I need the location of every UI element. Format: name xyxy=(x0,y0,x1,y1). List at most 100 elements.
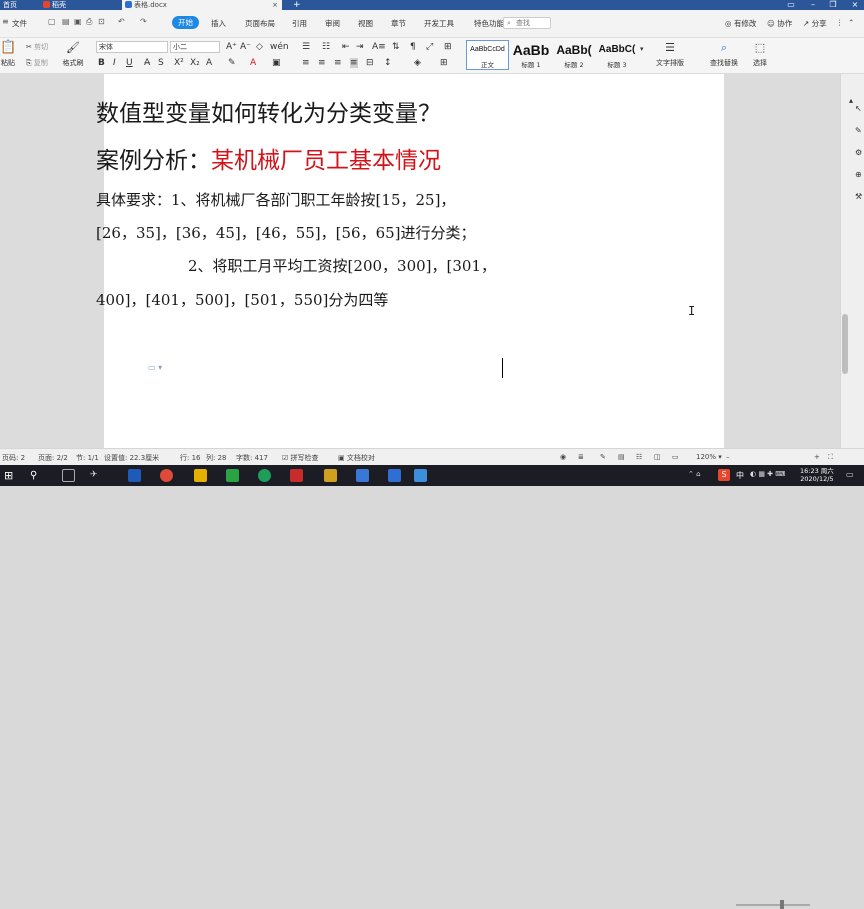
windows-start-icon[interactable]: ⊞ xyxy=(4,469,17,482)
sogou-ime-icon[interactable]: S xyxy=(718,469,730,481)
zoom-select[interactable]: 120% ▾ xyxy=(696,453,722,461)
scroll-up-icon[interactable]: ▴ xyxy=(849,96,853,106)
tray-expand-icon[interactable]: ⌃ ⌂ xyxy=(688,470,701,478)
highlight-icon[interactable]: ✎ xyxy=(228,58,236,68)
panel-select-icon[interactable]: ↖ xyxy=(855,104,862,114)
open-icon[interactable]: ▤ xyxy=(62,18,70,26)
spellcheck-button[interactable]: ☑ 拼写检查 xyxy=(282,453,319,463)
chrome-icon[interactable] xyxy=(160,469,173,482)
new-tab-icon[interactable]: + xyxy=(290,0,302,10)
wps-icon[interactable] xyxy=(290,469,303,482)
menu-chapter[interactable]: 章节 xyxy=(391,18,406,29)
styles-scroll-icon[interactable]: ▾ xyxy=(640,44,644,54)
justify-icon[interactable]: ≡ xyxy=(350,58,358,68)
menu-home[interactable]: 开始 xyxy=(172,16,199,29)
font-effect-icon[interactable]: A xyxy=(206,58,212,68)
style-heading3[interactable]: AaBbC( 标题 3 xyxy=(596,40,638,70)
redo-icon[interactable]: ↷ xyxy=(140,18,148,26)
save-icon[interactable]: ▣ xyxy=(74,18,82,26)
close-tab-icon[interactable]: × xyxy=(272,0,278,10)
eye-mode-icon[interactable]: ◉ xyxy=(560,453,566,461)
menu-developer[interactable]: 开发工具 xyxy=(424,18,454,29)
tray-icons[interactable]: ◐ ▦ ✚ ⌨ xyxy=(750,470,785,478)
align-left-icon[interactable]: ≡ xyxy=(302,58,310,68)
task-view-icon[interactable] xyxy=(62,469,75,482)
bullet-list-icon[interactable]: ☰ xyxy=(302,42,310,52)
menu-references[interactable]: 引用 xyxy=(292,18,307,29)
panel-shape-icon[interactable]: ⊕ xyxy=(855,170,862,180)
menu-view[interactable]: 视图 xyxy=(358,18,373,29)
collab-button[interactable]: ☺ 协作 xyxy=(767,18,792,29)
tab-home[interactable]: 首页 xyxy=(0,0,38,10)
font-name-select[interactable]: 宋体 xyxy=(96,41,168,53)
style-heading2[interactable]: AaBb( 标题 2 xyxy=(553,40,595,70)
show-marks-icon[interactable]: ¶ xyxy=(410,42,416,52)
grow-font-icon[interactable]: A⁺ xyxy=(226,42,237,52)
superscript-icon[interactable]: X² xyxy=(174,58,184,68)
strike-text-icon[interactable]: S xyxy=(158,58,164,68)
shrink-font-icon[interactable]: A⁻ xyxy=(240,42,251,52)
font-size-select[interactable]: 小二 xyxy=(170,41,220,53)
write-mode-icon[interactable]: ✎ xyxy=(600,453,606,461)
font-color-icon[interactable]: A xyxy=(250,58,256,68)
zoom-slider-thumb[interactable] xyxy=(780,900,784,909)
find-replace-button[interactable]: ⌕ 查找替换 xyxy=(704,41,744,68)
select-button[interactable]: ⬚ 选择 xyxy=(748,41,772,68)
shading-icon[interactable]: ◈ xyxy=(414,58,421,68)
text-layout-button[interactable]: ☰ 文字排版 xyxy=(652,41,688,68)
menu-insert[interactable]: 插入 xyxy=(211,18,226,29)
paragraph-handle-icon[interactable]: ▭ ▾ xyxy=(148,363,162,372)
layout-mode-icon[interactable]: ≣ xyxy=(578,453,584,461)
line-spacing-icon[interactable]: ⤢ xyxy=(426,42,433,52)
bold-icon[interactable]: B xyxy=(98,58,105,68)
table-icon[interactable]: ⊞ xyxy=(444,42,452,52)
sort-icon[interactable]: ⇅ xyxy=(392,42,400,52)
notification-icon[interactable]: ▭ xyxy=(846,470,854,479)
search-box[interactable]: ⌕ 查找 xyxy=(503,17,551,29)
menu-review[interactable]: 审阅 xyxy=(325,18,340,29)
subscript-icon[interactable]: X₂ xyxy=(190,58,200,68)
align-right-icon[interactable]: ≡ xyxy=(334,58,342,68)
chinese-layout-icon[interactable]: A≡ xyxy=(372,42,386,52)
style-normal[interactable]: AaBbCcDd 正文 xyxy=(466,40,509,70)
paste-button[interactable]: 📋 粘贴 xyxy=(0,41,16,68)
decrease-indent-icon[interactable]: ⇤ xyxy=(342,42,350,52)
hamburger-icon[interactable]: ≡ xyxy=(2,18,10,26)
wechat-icon[interactable] xyxy=(226,469,239,482)
reading-view-icon[interactable]: ▭ xyxy=(672,453,679,461)
folder-icon[interactable] xyxy=(194,469,207,482)
modified-button[interactable]: ◎ 有修改 xyxy=(725,18,756,29)
browser-icon[interactable] xyxy=(258,469,271,482)
ime-mode[interactable]: 中 xyxy=(736,470,744,481)
align-center-icon[interactable]: ≡ xyxy=(318,58,326,68)
web-view-icon[interactable]: ◫ xyxy=(654,453,661,461)
menu-layout[interactable]: 页面布局 xyxy=(245,18,275,29)
phonetic-icon[interactable]: wén xyxy=(270,42,289,52)
page-view-icon[interactable]: ▤ xyxy=(618,453,625,461)
panel-tools-icon[interactable]: ⚒ xyxy=(855,192,862,202)
outline-view-icon[interactable]: ☷ xyxy=(636,453,642,461)
print-icon[interactable]: ⎙ xyxy=(86,18,94,26)
ie-icon[interactable] xyxy=(128,469,141,482)
clear-format-icon[interactable]: ◇ xyxy=(256,42,263,52)
layout-icon[interactable]: ▭ xyxy=(784,0,798,10)
copy-button[interactable]: ⎘ 复制 xyxy=(26,58,48,68)
format-painter-button[interactable]: 🖌 格式刷 xyxy=(62,41,84,68)
taskbar-clock[interactable]: 16:23 周六 2020/12/5 xyxy=(800,467,834,483)
cut-button[interactable]: ✂ 剪切 xyxy=(26,42,48,52)
zoom-out-icon[interactable]: – xyxy=(726,453,730,461)
new-doc-icon[interactable]: ▢ xyxy=(48,18,56,26)
print-preview-icon[interactable]: ⊡ xyxy=(98,18,106,26)
close-window-icon[interactable]: × xyxy=(848,0,862,10)
strikethrough-icon[interactable]: A̶ xyxy=(144,58,150,68)
menu-file[interactable]: 文件 xyxy=(12,18,27,29)
italic-icon[interactable]: I xyxy=(113,58,116,68)
search-taskbar-icon[interactable]: ⚲ xyxy=(30,469,43,482)
zoom-in-icon[interactable]: + xyxy=(814,453,820,461)
notes-icon[interactable] xyxy=(324,469,337,482)
underline-icon[interactable]: U xyxy=(126,58,133,68)
line-spacing-list-icon[interactable]: ↕ xyxy=(384,58,392,68)
qq-icon[interactable] xyxy=(356,469,369,482)
vertical-scrollbar-thumb[interactable] xyxy=(842,314,848,374)
taskbar-tools-icon[interactable]: ✈ xyxy=(90,469,103,482)
